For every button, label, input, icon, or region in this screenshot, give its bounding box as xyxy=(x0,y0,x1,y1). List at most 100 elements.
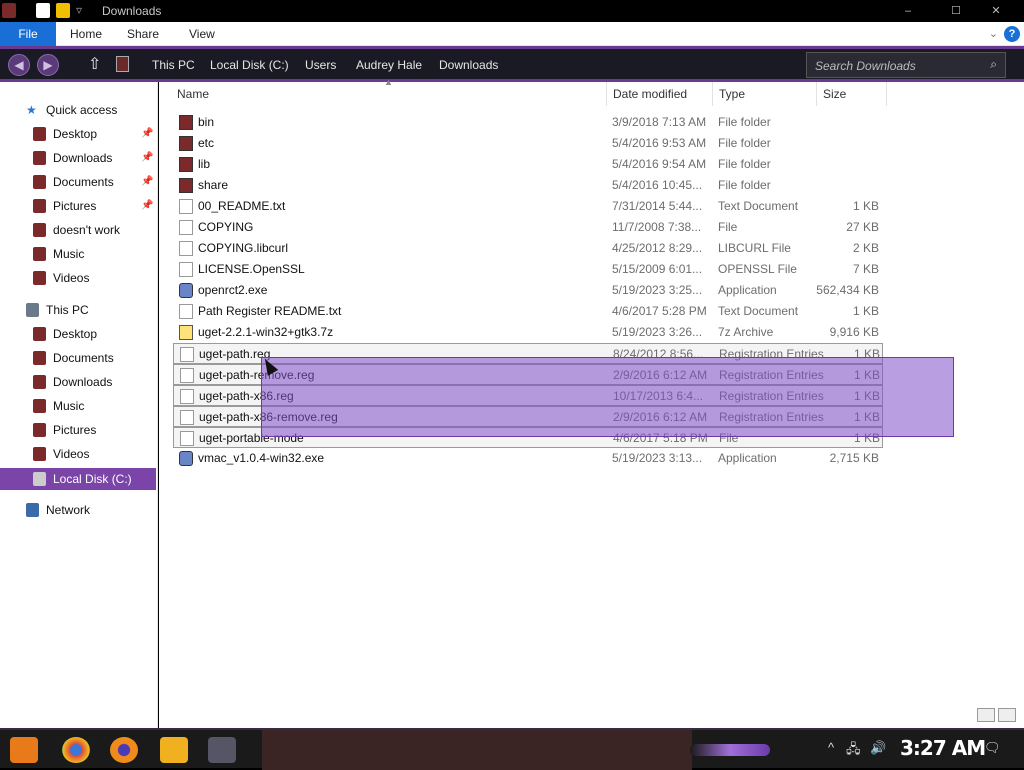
details-view-button[interactable] xyxy=(977,708,995,722)
sidebar-item-pc-desktop[interactable]: Desktop xyxy=(33,323,155,345)
forward-button[interactable]: ▶ xyxy=(37,54,59,76)
file-row[interactable]: COPYING 11/7/2008 7:38... File 27 KB xyxy=(173,217,883,238)
sidebar-item-music[interactable]: Music xyxy=(33,243,155,265)
app-icon[interactable] xyxy=(208,737,236,763)
expand-ribbon-icon[interactable]: ⌄ xyxy=(989,27,998,40)
file-row[interactable]: lib 5/4/2016 9:54 AM File folder xyxy=(173,154,883,175)
breadcrumb-users[interactable]: Users xyxy=(305,58,336,72)
sidebar-item-pc-documents[interactable]: Documents xyxy=(33,347,155,369)
file-row[interactable]: bin 3/9/2018 7:13 AM File folder xyxy=(173,112,883,133)
search-input[interactable]: Search Downloads ⌕ xyxy=(806,52,1006,78)
folder-icon xyxy=(179,136,193,151)
folder-icon xyxy=(179,178,193,193)
window-title: Downloads xyxy=(102,4,162,18)
sidebar-item-pc-downloads[interactable]: Downloads xyxy=(33,371,155,393)
column-header-date[interactable]: Date modified xyxy=(607,82,713,106)
file-size: 562,434 KB xyxy=(816,283,879,297)
file-row[interactable]: Path Register README.txt 4/6/2017 5:28 PM… xyxy=(173,301,883,322)
clock[interactable]: 3:27 AM xyxy=(900,736,986,760)
sidebar-item-pc-local-disk-c-[interactable]: Local Disk (C:) xyxy=(0,468,156,490)
firefox-icon[interactable] xyxy=(110,737,138,763)
file-date: 5/4/2016 9:53 AM xyxy=(612,136,707,150)
up-button[interactable]: ⇧ xyxy=(88,54,101,74)
help-icon[interactable]: ? xyxy=(1004,26,1020,42)
sidebar-item-pc-pictures[interactable]: Pictures xyxy=(33,419,155,441)
show-hidden-icons-icon[interactable]: ^ xyxy=(828,740,834,755)
sidebar-quick-access[interactable]: ★ Quick access xyxy=(26,99,156,121)
large-icons-view-button[interactable] xyxy=(998,708,1016,722)
tab-view[interactable]: View xyxy=(189,22,215,46)
minimize-button[interactable]: – xyxy=(890,3,926,19)
file-row[interactable]: etc 5/4/2016 9:53 AM File folder xyxy=(173,133,883,154)
folder-icon xyxy=(33,127,46,141)
notification-icon[interactable]: 🗨 xyxy=(984,740,1001,756)
sidebar-network[interactable]: Network xyxy=(26,499,156,521)
file-row[interactable]: uget-2.2.1-win32+gtk3.7z 5/19/2023 3:26..… xyxy=(173,322,883,343)
file-explorer-icon[interactable] xyxy=(160,737,188,763)
file-row[interactable]: COPYING.libcurl 4/25/2012 8:29... LIBCURL … xyxy=(173,238,883,259)
file-name: COPYING.libcurl xyxy=(198,241,289,255)
breadcrumb-this-pc[interactable]: This PC xyxy=(152,58,195,72)
search-icon: ⌕ xyxy=(990,57,997,71)
folder-icon xyxy=(33,151,46,165)
breadcrumb-user[interactable]: Audrey Hale xyxy=(356,58,422,72)
file-date: 5/19/2023 3:25... xyxy=(612,283,703,297)
folder-icon xyxy=(33,351,46,365)
file-name: lib xyxy=(198,157,211,171)
file-row[interactable]: 00_README.txt 7/31/2014 5:44... Text Docum… xyxy=(173,196,883,217)
folder-icon xyxy=(33,247,46,261)
properties-icon[interactable] xyxy=(36,3,50,18)
file-size: 2 KB xyxy=(852,241,879,255)
file-date: 5/19/2023 3:26... xyxy=(612,325,703,339)
sidebar-item-documents[interactable]: Documents 📌 xyxy=(33,171,155,193)
sidebar-this-pc[interactable]: This PC xyxy=(26,299,156,321)
start-icon[interactable] xyxy=(10,737,38,763)
tab-home[interactable]: Home xyxy=(70,22,102,46)
folder-icon xyxy=(33,423,46,437)
file-type: OPENSSL File xyxy=(718,262,797,276)
tab-file[interactable]: File xyxy=(0,22,56,46)
sort-ascending-icon: ▲ xyxy=(384,77,393,87)
file-row[interactable]: vmac_v1.0.4-win32.exe 5/19/2023 3:13... Ap… xyxy=(173,448,883,469)
breadcrumb-local-disk[interactable]: Local Disk (C:) xyxy=(210,58,289,72)
file-size: 9,916 KB xyxy=(829,325,879,339)
column-header-type[interactable]: Type xyxy=(713,82,817,106)
file-row[interactable]: share 5/4/2016 10:45... File folder xyxy=(173,175,883,196)
customize-quick-access-icon[interactable]: ▿ xyxy=(76,3,82,17)
back-button[interactable]: ◀ xyxy=(8,54,30,76)
maximize-button[interactable]: ☐ xyxy=(938,3,974,19)
new-folder-icon[interactable] xyxy=(56,3,70,18)
volume-icon[interactable]: 🔊 xyxy=(870,740,886,756)
sidebar-item-pc-videos[interactable]: Videos xyxy=(33,443,155,465)
file-date: 5/4/2016 9:54 AM xyxy=(612,157,707,171)
document-icon xyxy=(179,262,193,277)
file-date: 3/9/2018 7:13 AM xyxy=(612,115,707,129)
file-date: 5/4/2016 10:45... xyxy=(612,178,703,192)
sidebar-item-downloads[interactable]: Downloads 📌 xyxy=(33,147,155,169)
sidebar-item-pc-music[interactable]: Music xyxy=(33,395,155,417)
chrome-icon[interactable] xyxy=(62,737,90,763)
folder-icon xyxy=(33,271,46,285)
breadcrumb-downloads[interactable]: Downloads xyxy=(439,58,498,72)
close-button[interactable]: ✕ xyxy=(978,3,1014,19)
file-type: File xyxy=(718,220,738,234)
file-type: File folder xyxy=(718,115,771,129)
taskbar: ^ 🖧 🔊 3:27 AM 🗨 xyxy=(0,728,1024,770)
folder-icon xyxy=(179,157,193,172)
network-tray-icon[interactable]: 🖧 xyxy=(846,740,861,762)
file-name: Path Register README.txt xyxy=(198,304,342,318)
column-header-size[interactable]: Size xyxy=(817,82,887,106)
file-name: share xyxy=(198,178,229,192)
sidebar-item-videos[interactable]: Videos xyxy=(33,267,155,289)
sidebar-item-doesn-t-work[interactable]: doesn't work xyxy=(33,219,155,241)
navigation-pane: ★ Quick access Desktop 📌 Downloads 📌 Documen… xyxy=(0,82,158,728)
file-name: bin xyxy=(198,115,215,129)
folder-icon xyxy=(33,327,46,341)
file-size: 7 KB xyxy=(852,262,879,276)
file-row[interactable]: openrct2.exe 5/19/2023 3:25... Application… xyxy=(173,280,883,301)
sidebar-item-pictures[interactable]: Pictures 📌 xyxy=(33,195,155,217)
tab-share[interactable]: Share xyxy=(127,22,159,46)
file-row[interactable]: LICENSE.OpenSSL 5/15/2009 6:01... OPENSSL … xyxy=(173,259,883,280)
sidebar-item-desktop[interactable]: Desktop 📌 xyxy=(33,123,155,145)
document-icon xyxy=(180,431,194,446)
